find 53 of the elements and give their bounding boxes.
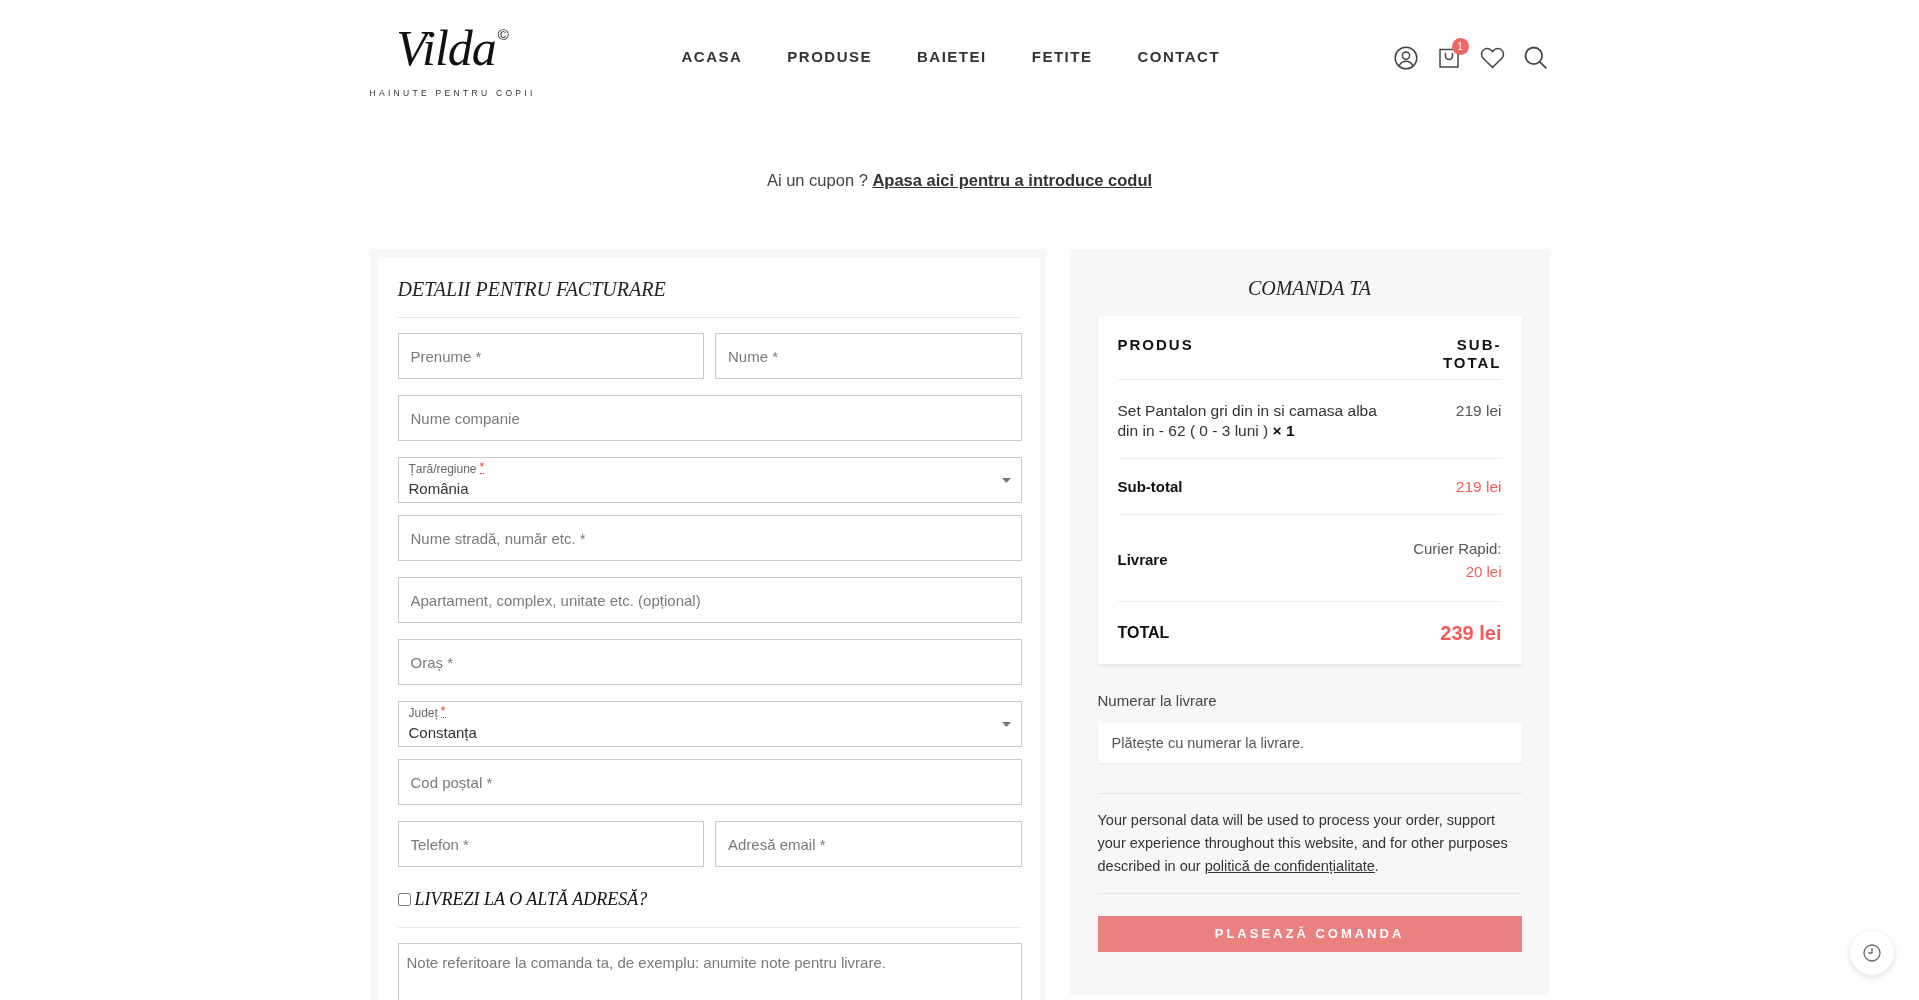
input-field[interactable]: Oraș * <box>397 639 1022 685</box>
checkbox[interactable] <box>397 892 411 906</box>
input-field[interactable]: Telefon * <box>397 821 704 867</box>
input-field[interactable]: Prenume * <box>397 333 704 379</box>
total-amount: 239 lei <box>1440 622 1502 644</box>
coupon-notice: Ai un cupon ? Apasa aici pentru a introduce codul <box>765 170 1154 191</box>
logo-wordmark: Vilda <box>396 19 496 78</box>
field-label: Județ <box>408 706 438 720</box>
required-mark: * <box>440 706 446 718</box>
input-field[interactable]: Adresă email * <box>715 821 1022 867</box>
product-description: Set Pantalon gri din in si camasa alba din in - 62 ( 0 - 3 luni ) × 1 <box>1117 401 1378 441</box>
nav-link[interactable]: ACASA <box>681 46 743 69</box>
user-icon[interactable] <box>1393 45 1418 70</box>
shipping-label: Livrare <box>1117 550 1168 570</box>
search-icon[interactable] <box>1523 46 1547 69</box>
shipping-method: Curier Rapid: <box>1413 539 1502 559</box>
shipping-price: 20 lei <box>1464 562 1502 582</box>
privacy-policy-link[interactable]: politică de confidențialitate <box>1204 858 1375 874</box>
required-mark: * <box>479 462 485 474</box>
payment-method-label: Numerar la livrare <box>1097 691 1218 711</box>
coupon-link[interactable]: Apasa aici pentru a introduce codul <box>872 171 1153 189</box>
history-button[interactable] <box>1850 931 1894 975</box>
heart-icon[interactable] <box>1479 46 1505 69</box>
clock-icon <box>1863 944 1881 962</box>
nav-link[interactable]: FETITE <box>1031 46 1093 69</box>
section-heading: DETALII PENTRU FACTURARE <box>397 277 667 302</box>
input-field[interactable]: Apartament, complex, unitate etc. (opțional) <box>397 577 1022 623</box>
section-heading: COMANDA TA <box>1246 276 1373 301</box>
caret-icon <box>1001 722 1011 727</box>
copyright-mark: © <box>497 27 509 43</box>
input-field[interactable]: Nume companie <box>397 395 1022 441</box>
total-label: TOTAL <box>1117 623 1170 643</box>
input-field[interactable]: Nume stradă, număr etc. * <box>397 515 1022 561</box>
column-header: PRODUS <box>1117 336 1194 355</box>
column-header: SUB-TOTAL <box>1441 336 1502 372</box>
dropdown-field[interactable]: Județ * Constanța <box>397 701 1022 747</box>
cart-count-badge: 1 <box>1451 37 1469 55</box>
caret-icon <box>1001 478 1011 483</box>
input-field[interactable]: Nume * <box>715 333 1022 379</box>
notes-field[interactable]: Note referitoare la comanda ta, de exemplu: anumite note pentru livrare. <box>397 943 1022 1000</box>
payment-description: Plătește cu numerar la livrare. <box>1097 723 1522 763</box>
nav-link[interactable]: PRODUSE <box>787 46 873 69</box>
nav-link[interactable]: BAIETEI <box>917 46 987 69</box>
input-field[interactable]: Cod poștal * <box>397 759 1022 805</box>
ship-to-different-address-label[interactable]: LIVREZI LA O ALTĂ ADRESĂ? <box>414 885 648 913</box>
nav-link[interactable]: CONTACT <box>1137 46 1221 69</box>
subtotal-label: Sub-total <box>1117 477 1183 497</box>
field-label: Țară/regiune <box>408 462 477 476</box>
logo-tagline: HAINUTE PENTRU COPII <box>369 87 536 100</box>
product-price: 219 lei <box>1455 401 1502 421</box>
privacy-notice: Your personal data will be used to process your order, support your experience throughout this website, and for other purposes described in our politică de confidențialitate. <box>1097 811 1509 876</box>
dropdown-field[interactable]: Țară/regiune * România <box>397 457 1022 503</box>
subtotal-amount: 219 lei <box>1455 477 1502 497</box>
